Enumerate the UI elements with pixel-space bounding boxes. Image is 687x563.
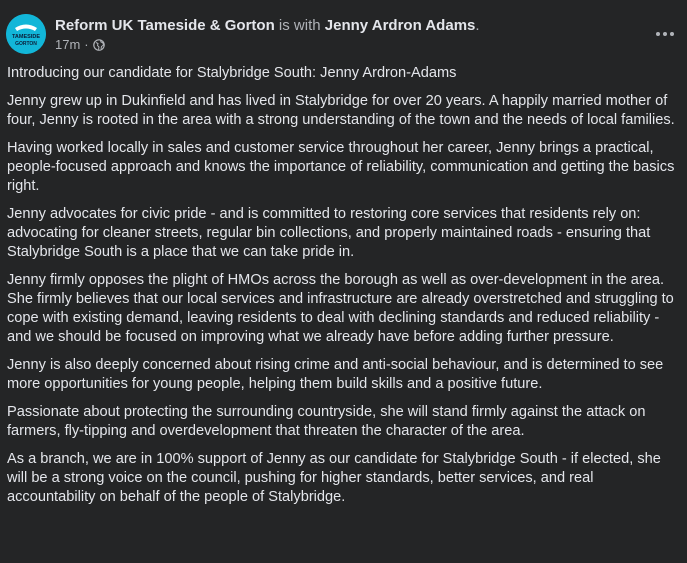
post-header: TAMESIDE GORTON Reform UK Tameside & Gor…	[6, 14, 681, 56]
post-paragraph: Jenny grew up in Dukinfield and has live…	[7, 93, 675, 128]
author-line: Reform UK Tameside & Gorton is with Jenn…	[55, 16, 480, 36]
post-paragraph: Jenny is also deeply concerned about ris…	[7, 357, 664, 392]
post-paragraph: Passionate about protecting the surround…	[7, 404, 646, 439]
facebook-post: TAMESIDE GORTON Reform UK Tameside & Gor…	[0, 0, 687, 563]
svg-text:GORTON: GORTON	[15, 41, 37, 47]
post-paragraph: Introducing our candidate for Stalybridg…	[7, 65, 457, 81]
tagged-suffix: .	[475, 17, 480, 34]
post-paragraph: Jenny advocates for civic pride - and is…	[7, 206, 651, 260]
meta-separator: ·	[84, 37, 89, 52]
post-timestamp-link[interactable]: 17m	[55, 37, 80, 53]
reform-logo-icon: TAMESIDE GORTON	[6, 14, 46, 54]
globe-icon[interactable]	[92, 39, 105, 51]
page-avatar[interactable]: TAMESIDE GORTON	[6, 14, 46, 54]
post-body: Introducing our candidate for Stalybridg…	[7, 64, 683, 516]
more-options-button[interactable]	[649, 18, 681, 50]
svg-text:TAMESIDE: TAMESIDE	[12, 34, 40, 40]
post-paragraph: Having worked locally in sales and custo…	[7, 140, 675, 194]
post-meta: 17m ·	[55, 37, 105, 53]
author-name-link[interactable]: Reform UK Tameside & Gorton	[55, 17, 275, 34]
with-text: is with	[278, 17, 321, 34]
more-dot	[656, 32, 660, 36]
post-paragraph: As a branch, we are in 100% support of J…	[7, 451, 661, 505]
post-paragraph: Jenny firmly opposes the plight of HMOs …	[7, 272, 674, 345]
more-dot	[663, 32, 667, 36]
more-dot	[670, 32, 674, 36]
tagged-person-link[interactable]: Jenny Ardron Adams	[325, 17, 476, 34]
